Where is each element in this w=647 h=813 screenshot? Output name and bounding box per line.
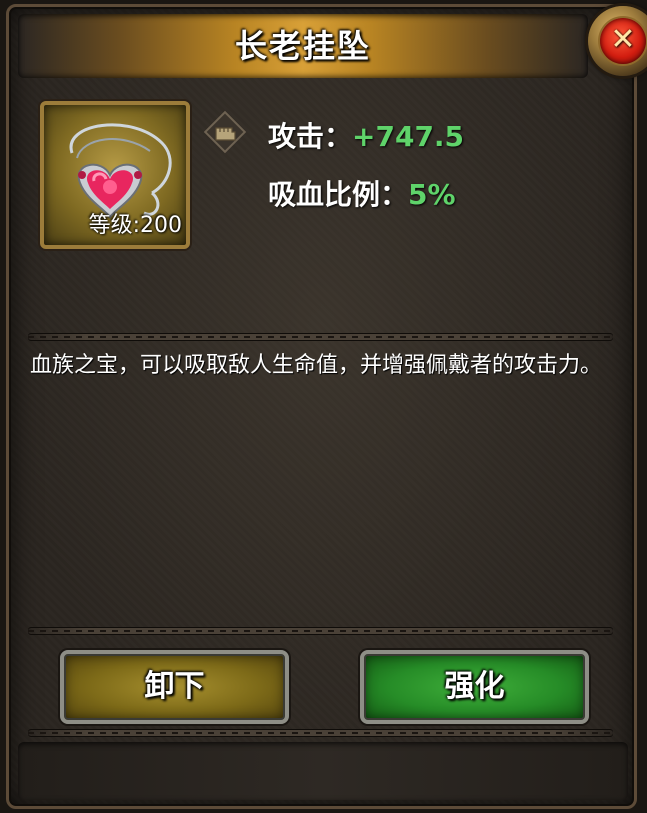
title-bar: 长老挂坠	[18, 14, 588, 78]
close-icon: ✕	[600, 18, 646, 64]
divider	[28, 628, 613, 634]
item-level: 等级:200	[88, 213, 182, 238]
dialog-title: 长老挂坠	[234, 27, 371, 65]
item-description: 血族之宝，可以吸取敌人生命值，并增强佩戴者的攻击力。	[30, 353, 603, 378]
fist-icon	[203, 110, 247, 154]
item-slot[interactable]: 等级:200	[40, 101, 190, 249]
stat-row-lifesteal: 吸血比例：5%	[268, 173, 456, 213]
enhance-button[interactable]: 强化	[360, 650, 589, 724]
footer-bar	[18, 742, 628, 800]
stat-label: 攻击：	[268, 120, 353, 153]
divider	[28, 730, 613, 736]
unequip-button-label: 卸下	[144, 669, 205, 704]
stat-label: 吸血比例：	[268, 178, 409, 211]
stat-row-attack: 攻击：+747.5	[268, 115, 464, 155]
stat-value: 5%	[408, 178, 456, 211]
unequip-button[interactable]: 卸下	[60, 650, 289, 724]
stat-value: +747.5	[352, 120, 465, 153]
divider	[28, 334, 613, 340]
enhance-button-label: 强化	[444, 669, 505, 704]
